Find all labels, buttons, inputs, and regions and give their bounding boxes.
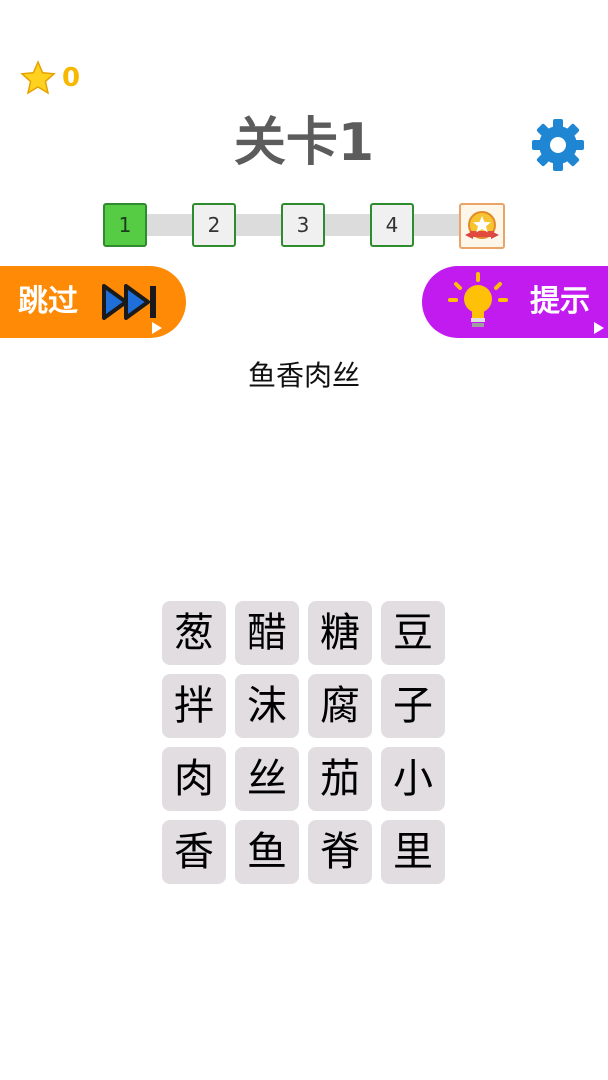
stage-2-box: 2	[192, 203, 236, 247]
hint-button[interactable]: 提示	[422, 266, 608, 338]
character-tile[interactable]: 沫	[235, 674, 299, 738]
target-phrase: 鱼香肉丝	[247, 359, 360, 392]
character-tile[interactable]: 豆	[381, 601, 445, 665]
character-tile[interactable]: 糖	[308, 601, 372, 665]
star-score: 0	[20, 60, 80, 96]
fast-forward-icon	[102, 284, 156, 320]
character-tile[interactable]: 腐	[308, 674, 372, 738]
character-tile[interactable]: 丝	[235, 747, 299, 811]
video-ad-arrow-icon	[152, 322, 162, 334]
character-tile[interactable]: 子	[381, 674, 445, 738]
character-tile[interactable]: 里	[381, 820, 445, 884]
character-tile[interactable]: 茄	[308, 747, 372, 811]
star-icon	[20, 60, 56, 95]
score-value: 0	[62, 63, 81, 93]
character-tile[interactable]: 拌	[162, 674, 226, 738]
reward-box	[459, 203, 505, 249]
character-tile[interactable]: 脊	[308, 820, 372, 884]
stage-1-box: 1	[103, 203, 147, 247]
skip-button[interactable]: 跳过	[0, 266, 186, 338]
character-grid: 葱 醋 糖 豆 拌 沫 腐 子 肉 丝 茄 小 香 鱼 脊 里	[162, 601, 446, 884]
video-ad-arrow-icon	[594, 322, 604, 334]
stage-3-box: 3	[281, 203, 325, 247]
skip-label: 跳过	[18, 284, 78, 319]
gear-icon[interactable]	[530, 117, 586, 173]
character-tile[interactable]: 小	[381, 747, 445, 811]
character-tile[interactable]: 葱	[162, 601, 226, 665]
character-tile[interactable]: 鱼	[235, 820, 299, 884]
character-tile[interactable]: 醋	[235, 601, 299, 665]
lightbulb-icon	[448, 272, 508, 327]
hint-label: 提示	[530, 284, 590, 319]
level-title: 关卡1	[233, 113, 375, 173]
stage-4-box: 4	[370, 203, 414, 247]
character-tile[interactable]: 肉	[162, 747, 226, 811]
character-tile[interactable]: 香	[162, 820, 226, 884]
medal-star-icon	[465, 211, 499, 239]
